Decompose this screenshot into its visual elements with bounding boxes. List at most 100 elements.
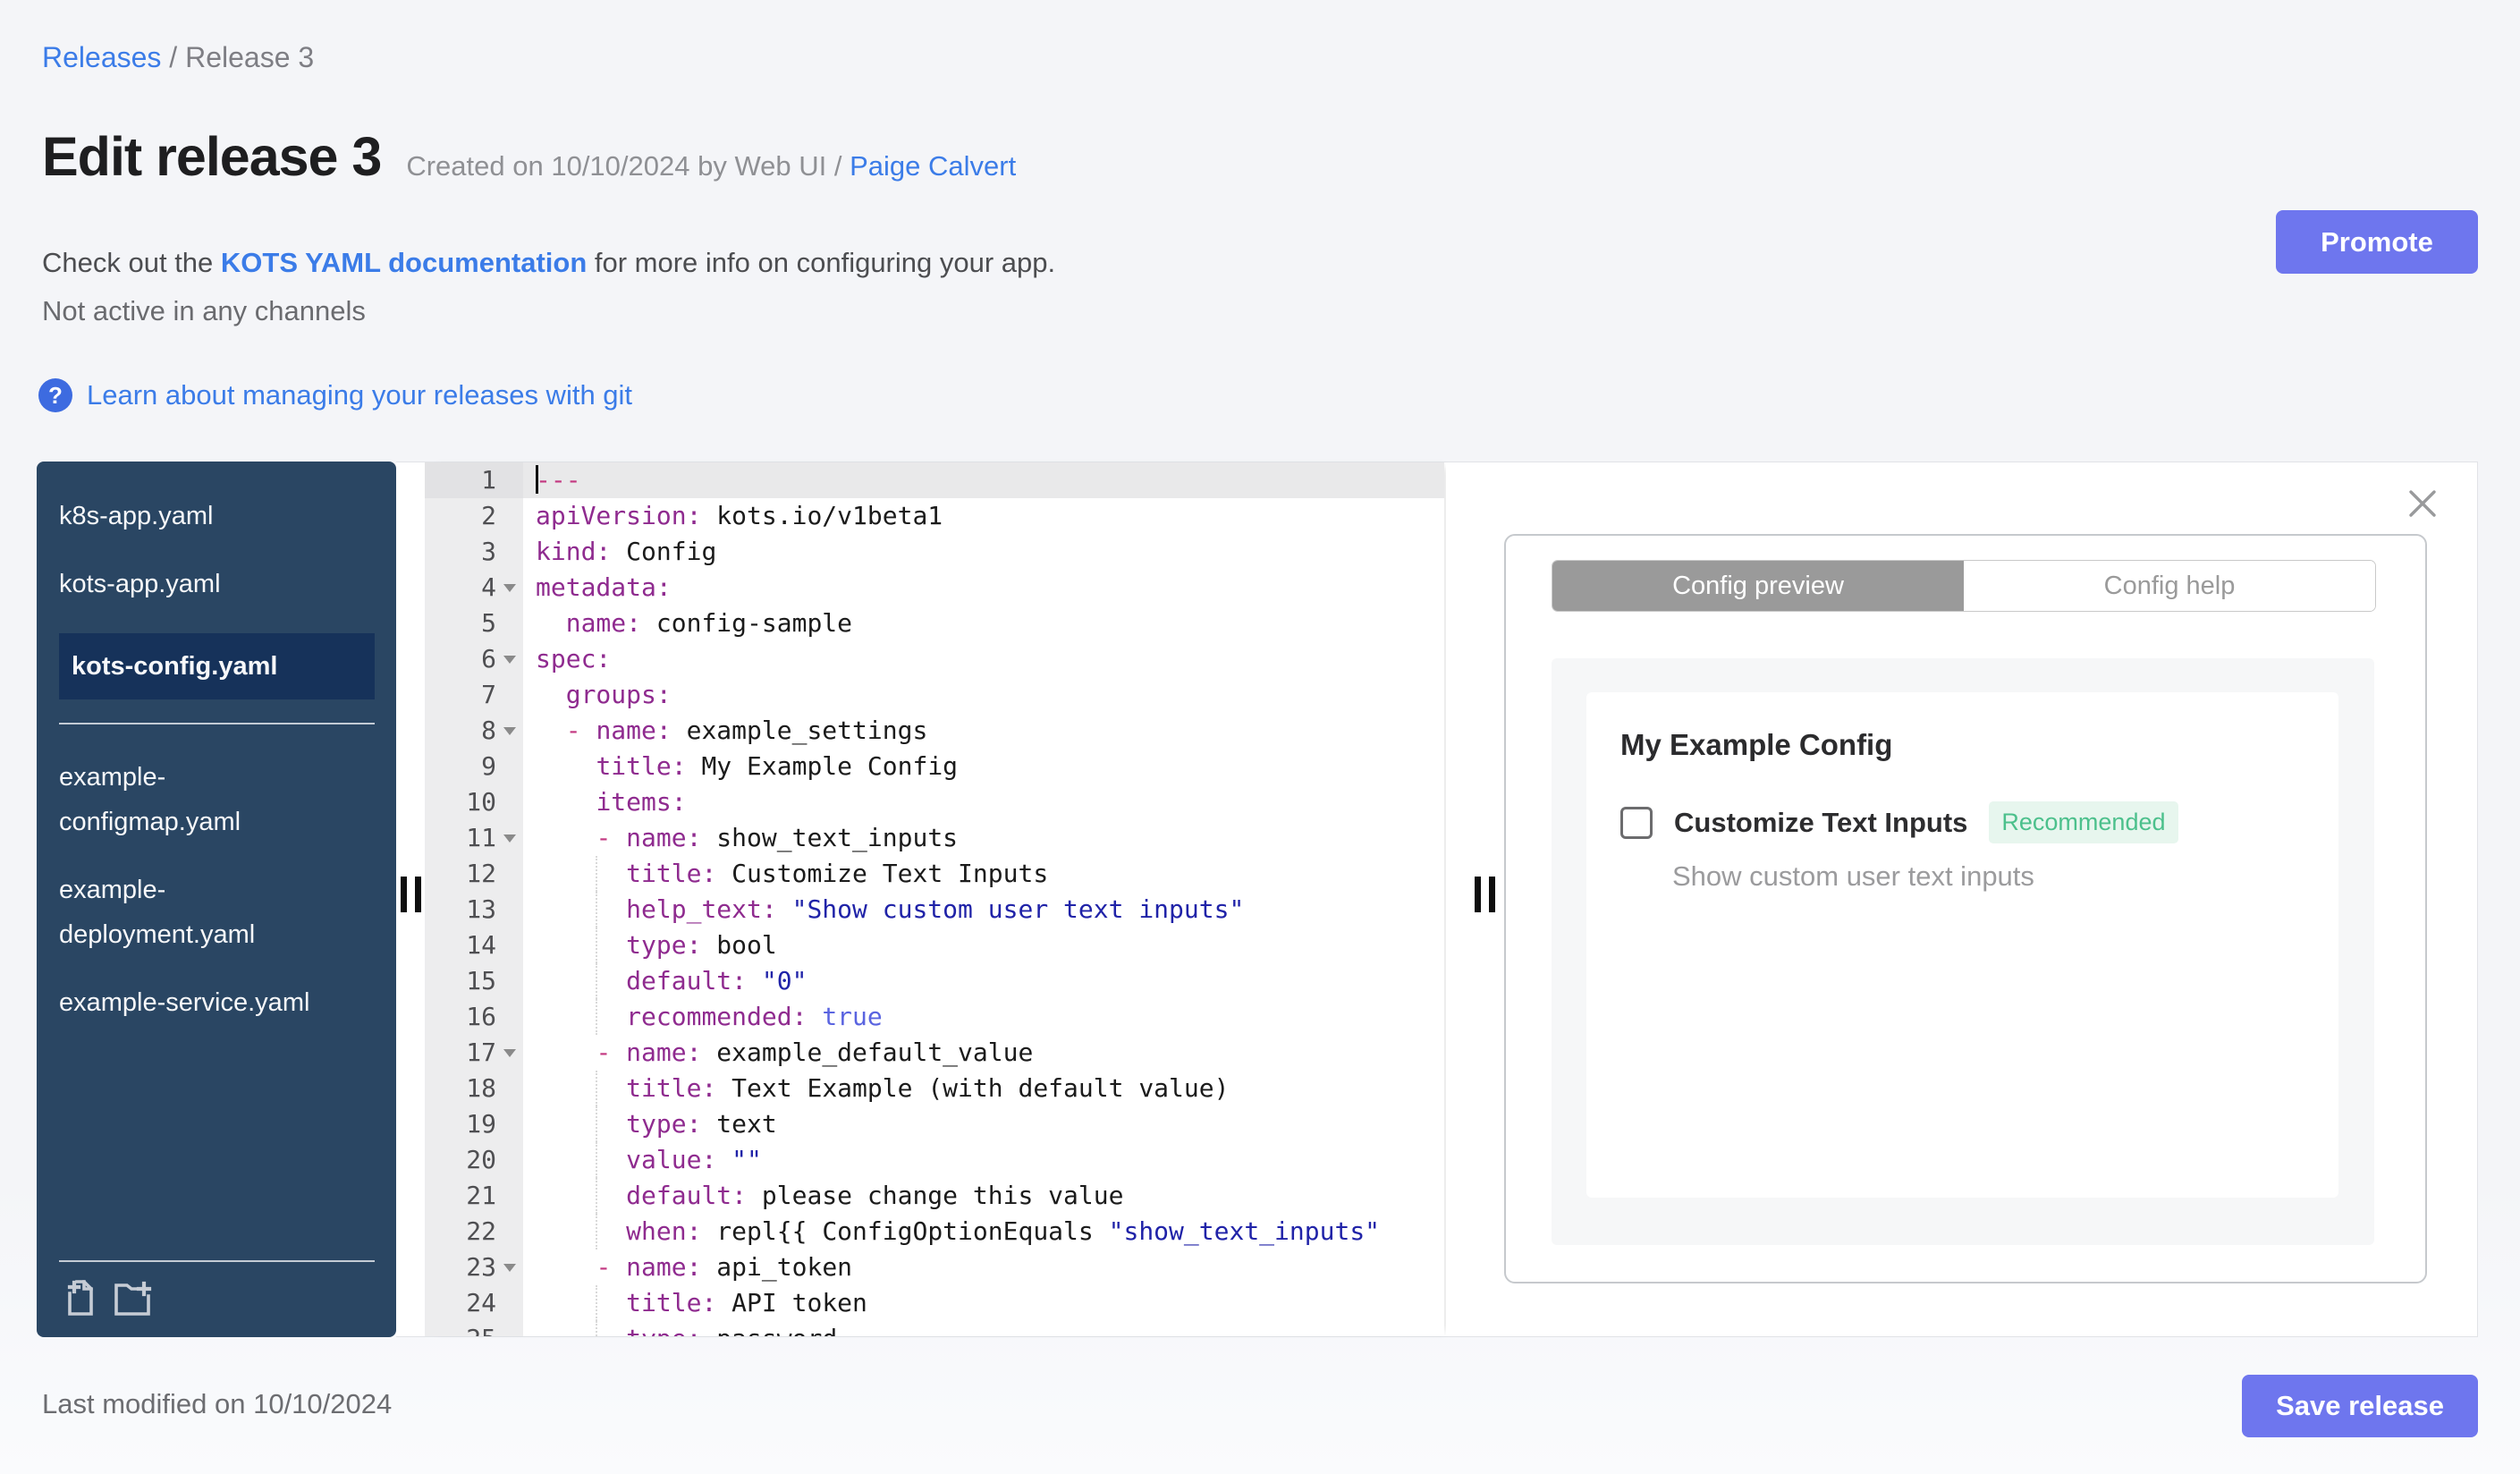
editor-gutter: 4 xyxy=(425,570,523,606)
promote-button[interactable]: Promote xyxy=(2276,210,2478,274)
breadcrumb-current: Release 3 xyxy=(185,41,315,73)
sidebar-file-example-deployment.yaml[interactable]: example-deployment.yaml xyxy=(59,868,327,957)
breadcrumb-releases-link[interactable]: Releases xyxy=(42,41,161,73)
sidebar-resize-handle[interactable] xyxy=(397,876,424,913)
editor-line-3[interactable]: 3 kind: Config xyxy=(425,534,1444,570)
code-text: - name: example_settings xyxy=(565,716,928,745)
config-item-row: Customize Text Inputs Recommended xyxy=(1620,801,2178,843)
kots-yaml-doc-link[interactable]: KOTS YAML documentation xyxy=(221,247,587,278)
editor-line-24[interactable]: 24 title: API token xyxy=(425,1285,1444,1321)
fold-arrow-icon[interactable] xyxy=(496,641,523,677)
editor-line-8[interactable]: 8 - name: example_settings xyxy=(425,713,1444,749)
fold-arrow-icon[interactable] xyxy=(496,570,523,606)
close-preview-button[interactable] xyxy=(2406,487,2439,520)
git-releases-link[interactable]: Learn about managing your releases with … xyxy=(87,379,632,411)
preview-resize-handle[interactable] xyxy=(1471,876,1498,913)
close-icon xyxy=(2409,490,2436,517)
editor-line-13[interactable]: 13 help_text: "Show custom user text inp… xyxy=(425,892,1444,928)
editor-line-7[interactable]: 7 groups: xyxy=(425,677,1444,713)
config-preview-pane: Config preview Config help My Example Co… xyxy=(1446,462,2477,1336)
line-number: 18 xyxy=(466,1073,496,1103)
code-text: - name: show_text_inputs xyxy=(596,823,959,852)
line-number: 2 xyxy=(481,501,496,530)
editor-gutter: 17 xyxy=(425,1035,523,1071)
author-link[interactable]: Paige Calvert xyxy=(850,150,1016,182)
editor-line-21[interactable]: 21 default: please change this value xyxy=(425,1178,1444,1214)
line-number: 13 xyxy=(466,894,496,924)
line-number: 4 xyxy=(481,572,496,602)
editor-line-14[interactable]: 14 type: bool xyxy=(425,928,1444,963)
save-release-button[interactable]: Save release xyxy=(2242,1375,2478,1437)
code-text: when: repl{{ ConfigOptionEquals "show_te… xyxy=(523,1214,1444,1250)
code-text: title: Customize Text Inputs xyxy=(523,856,1444,892)
line-number: 15 xyxy=(466,966,496,995)
editor-gutter: 23 xyxy=(425,1250,523,1285)
editor-line-22[interactable]: 22 when: repl{{ ConfigOptionEquals "show… xyxy=(425,1214,1444,1250)
page-title: Edit release 3 xyxy=(42,126,382,187)
sidebar-file-kots-app.yaml[interactable]: kots-app.yaml xyxy=(59,562,327,606)
editor-line-1[interactable]: 1 --- xyxy=(425,462,1444,498)
file-list: k8s-app.yaml kots-app.yaml kots-config.yam… xyxy=(37,462,396,1048)
editor-line-11[interactable]: 11 - name: show_text_inputs xyxy=(425,820,1444,856)
editor-line-9[interactable]: 9 title: My Example Config xyxy=(425,749,1444,784)
title-row: Edit release 3 Created on 10/10/2024 by … xyxy=(42,125,1016,188)
code-text: - name: api_token xyxy=(596,1252,853,1282)
sidebar-file-example-service.yaml[interactable]: example-service.yaml xyxy=(59,980,327,1025)
line-number: 6 xyxy=(481,644,496,673)
editor-line-4[interactable]: 4 metadata: xyxy=(425,570,1444,606)
editor-gutter: 15 xyxy=(425,963,523,999)
editor-line-19[interactable]: 19 type: text xyxy=(425,1106,1444,1142)
fold-arrow-icon[interactable] xyxy=(496,820,523,856)
config-card: My Example Config Customize Text Inputs … xyxy=(1586,692,2338,1198)
add-file-icon[interactable] xyxy=(59,1276,100,1317)
editor-gutter: 25 xyxy=(425,1321,523,1336)
editor-line-2[interactable]: 2 apiVersion: kots.io/v1beta1 xyxy=(425,498,1444,534)
fold-arrow-icon[interactable] xyxy=(496,713,523,749)
preview-tabs: Config preview Config help xyxy=(1552,560,2376,612)
editor-line-15[interactable]: 15 default: "0" xyxy=(425,963,1444,999)
editor-gutter: 5 xyxy=(425,606,523,641)
editor-gutter: 19 xyxy=(425,1106,523,1142)
line-number: 17 xyxy=(466,1038,496,1067)
editor-gutter: 7 xyxy=(425,677,523,713)
code-text: kind: Config xyxy=(536,537,717,566)
code-text: default: please change this value xyxy=(523,1178,1444,1214)
editor-gutter: 16 xyxy=(425,999,523,1035)
editor-line-23[interactable]: 23 - name: api_token xyxy=(425,1250,1444,1285)
fold-arrow-icon[interactable] xyxy=(496,1035,523,1071)
code-text: default: "0" xyxy=(523,963,1444,999)
editor-gutter: 1 xyxy=(425,462,523,498)
tab-config-help[interactable]: Config help xyxy=(1964,561,2375,611)
recommended-badge: Recommended xyxy=(1989,801,2178,843)
line-number: 10 xyxy=(466,787,496,817)
editor-line-5[interactable]: 5 name: config-sample xyxy=(425,606,1444,641)
editor-line-6[interactable]: 6 spec: xyxy=(425,641,1444,677)
editor-line-18[interactable]: 18 title: Text Example (with default val… xyxy=(425,1071,1444,1106)
editor-line-12[interactable]: 12 title: Customize Text Inputs xyxy=(425,856,1444,892)
editor-line-25[interactable]: 25 type: password xyxy=(425,1321,1444,1336)
customize-text-inputs-checkbox[interactable] xyxy=(1620,806,1653,839)
config-item-label: Customize Text Inputs xyxy=(1674,806,1968,838)
fold-arrow-icon[interactable] xyxy=(496,1250,523,1285)
tab-config-preview[interactable]: Config preview xyxy=(1552,561,1964,611)
sidebar-file-kots-config.yaml[interactable]: kots-config.yaml xyxy=(59,633,375,699)
yaml-code-editor[interactable]: 1 --- 2 apiVersion: kots.io/v1beta1 3 kind: C… xyxy=(425,462,1444,1336)
line-number: 24 xyxy=(466,1288,496,1317)
doc-suffix: for more info on configuring your app. xyxy=(587,247,1056,278)
editor-line-10[interactable]: 10 items: xyxy=(425,784,1444,820)
editor-line-20[interactable]: 20 value: "" xyxy=(425,1142,1444,1178)
sidebar-file-example-configmap.yaml[interactable]: example-configmap.yaml xyxy=(59,755,327,844)
editor-line-17[interactable]: 17 - name: example_default_value xyxy=(425,1035,1444,1071)
add-folder-icon[interactable] xyxy=(113,1276,154,1317)
line-number: 9 xyxy=(481,751,496,781)
sidebar-file-k8s-app.yaml[interactable]: k8s-app.yaml xyxy=(59,494,327,538)
editor-line-16[interactable]: 16 recommended: true xyxy=(425,999,1444,1035)
